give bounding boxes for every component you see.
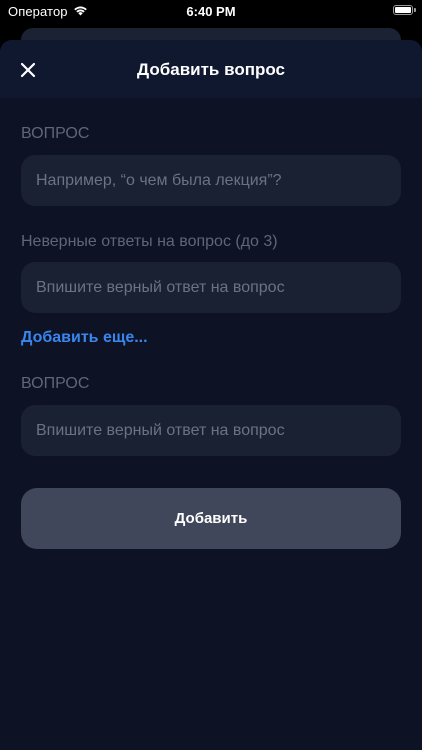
status-bar: Оператор 6:40 PM [0, 0, 422, 24]
battery-icon [393, 5, 413, 15]
page-title: Добавить вопрос [137, 60, 285, 79]
add-button[interactable]: Добавить [21, 488, 401, 549]
status-time: 6:40 PM [186, 4, 236, 19]
question-input[interactable] [21, 155, 401, 206]
nav-bar: Добавить вопрос [0, 40, 422, 98]
add-more-link[interactable]: Добавить еще... [21, 329, 148, 347]
second-question-label: ВОПРОС [21, 375, 90, 392]
battery-tip [414, 8, 416, 12]
screen: Оператор 6:40 PM Добавить вопрос ВОПРОС … [0, 0, 422, 750]
battery-fill [395, 7, 411, 13]
correct-answer-input[interactable] [21, 405, 401, 456]
wrong-answers-label: Неверные ответы на вопрос (до 3) [21, 233, 278, 250]
question-label: ВОПРОС [21, 125, 90, 142]
wrong-answer-input[interactable] [21, 262, 401, 313]
add-question-sheet: Добавить вопрос ВОПРОС Неверные ответы н… [0, 40, 422, 750]
